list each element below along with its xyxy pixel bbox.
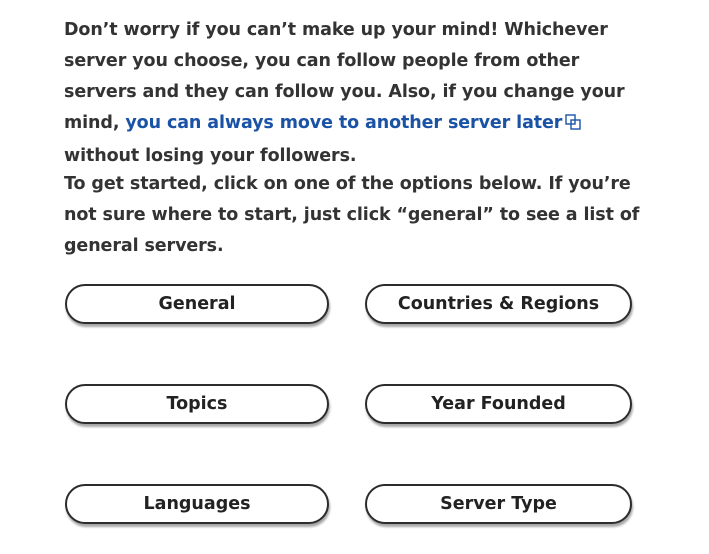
server-type-button[interactable]: Server Type bbox=[365, 484, 632, 524]
move-server-link[interactable]: you can always move to another server la… bbox=[125, 113, 585, 133]
instructions-paragraph: To get started, click on one of the opti… bbox=[64, 174, 640, 256]
topics-button[interactable]: Topics bbox=[65, 384, 329, 424]
year-founded-button[interactable]: Year Founded bbox=[365, 384, 632, 424]
intro-paragraph: Don’t worry if you can’t make up your mi… bbox=[64, 15, 644, 172]
move-server-link-text[interactable]: you can always move to another server la… bbox=[125, 113, 562, 133]
intro-text-end: without losing your followers. bbox=[64, 146, 357, 166]
general-button[interactable]: General bbox=[65, 284, 329, 324]
external-link-icon[interactable] bbox=[565, 110, 582, 141]
countries-regions-button[interactable]: Countries & Regions bbox=[365, 284, 632, 324]
page: Don’t worry if you can’t make up your mi… bbox=[0, 0, 709, 554]
languages-button[interactable]: Languages bbox=[65, 484, 329, 524]
